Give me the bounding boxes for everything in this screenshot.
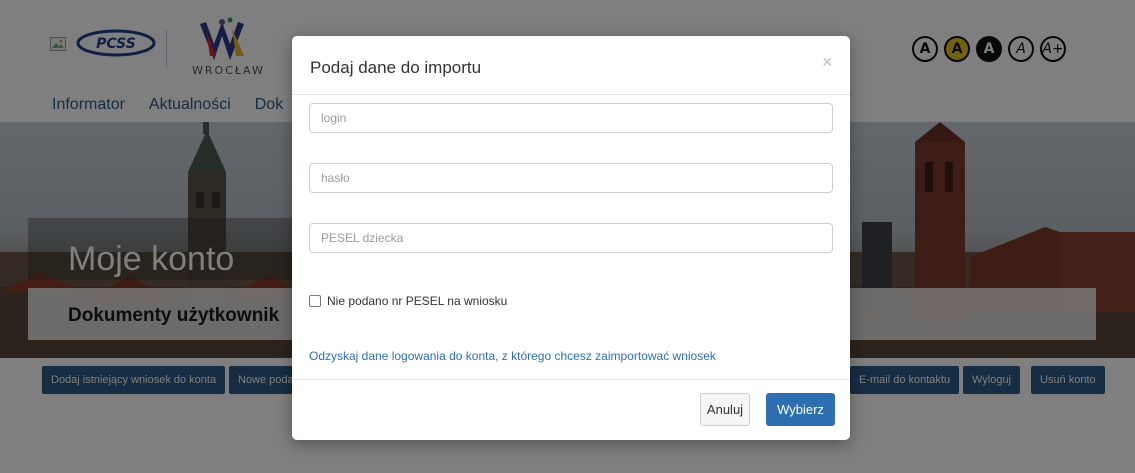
child-pesel-input[interactable] xyxy=(309,223,833,253)
no-pesel-label: Nie podano nr PESEL na wniosku xyxy=(327,294,508,308)
dialog-title: Podaj dane do importu xyxy=(310,58,482,77)
close-icon[interactable]: × xyxy=(822,52,833,73)
dialog-footer-divider xyxy=(292,379,850,380)
login-input[interactable] xyxy=(309,103,833,133)
dialog-header-divider xyxy=(292,94,850,95)
no-pesel-option[interactable]: Nie podano nr PESEL na wniosku xyxy=(309,294,507,308)
recover-login-link[interactable]: Odzyskaj dane logowania do konta, z któr… xyxy=(309,349,716,363)
cancel-button[interactable]: Anuluj xyxy=(700,393,750,426)
confirm-button[interactable]: Wybierz xyxy=(766,393,835,426)
no-pesel-checkbox[interactable] xyxy=(309,295,321,307)
import-dialog: Podaj dane do importu × Nie podano nr PE… xyxy=(292,36,850,440)
password-input[interactable] xyxy=(309,163,833,193)
